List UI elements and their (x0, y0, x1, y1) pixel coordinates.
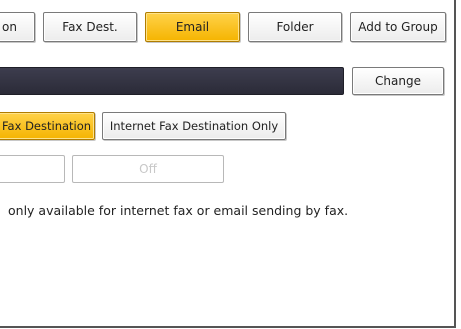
toggle-on-button[interactable] (0, 155, 65, 183)
toggle-off-button[interactable]: Off (72, 155, 224, 183)
tab-folder[interactable]: Folder (248, 12, 342, 42)
internet-fax-only-label: Internet Fax Destination Only (109, 119, 279, 133)
destination-field[interactable] (0, 67, 344, 95)
tab-partial-label: on (2, 20, 17, 34)
panel-right-border (454, 0, 456, 328)
tab-email[interactable]: Email (145, 12, 240, 42)
tab-email-label: Email (175, 20, 210, 34)
toggle-off-label: Off (139, 162, 157, 176)
tab-fax-dest[interactable]: Fax Dest. (43, 12, 137, 42)
change-button-label: Change (375, 74, 421, 88)
tab-add-to-group[interactable]: Add to Group (350, 12, 446, 42)
change-button[interactable]: Change (352, 67, 444, 95)
fax-destination-option[interactable]: Fax Destination (0, 112, 95, 140)
fax-destination-option-label: Fax Destination (2, 119, 92, 133)
info-message: only available for internet fax or email… (8, 203, 349, 218)
tab-partial-left[interactable]: on (0, 12, 35, 42)
tab-add-to-group-label: Add to Group (358, 20, 438, 34)
panel-bottom-border (0, 326, 455, 328)
tab-fax-dest-label: Fax Dest. (62, 20, 118, 34)
internet-fax-only-option[interactable]: Internet Fax Destination Only (102, 112, 286, 140)
tab-folder-label: Folder (276, 20, 314, 34)
